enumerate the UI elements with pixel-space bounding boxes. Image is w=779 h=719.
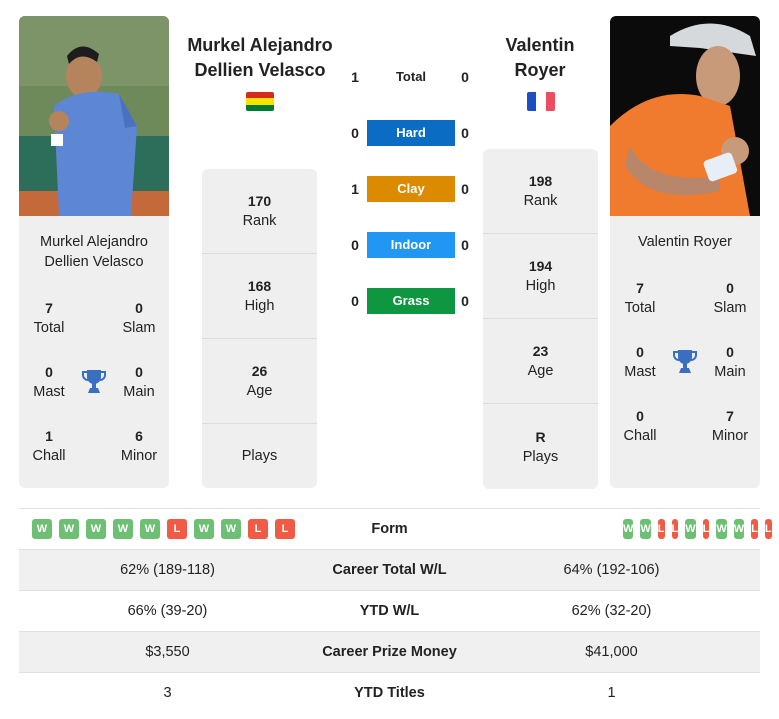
left-player-card: Murkel Alejandro Dellien Velasco 7 Total …	[19, 216, 169, 488]
left-titles-slam: 0 Slam	[122, 300, 156, 336]
right-titles-main: 0 Main	[714, 344, 746, 380]
surface-clay-badge: Clay	[367, 176, 455, 202]
left-titles-mast: 0 Mast	[33, 364, 65, 400]
form-loss-badge: L	[167, 519, 187, 539]
comparison-table: WWWWWLWWLL Form WWLLWLWWLL 62% (189-118)…	[19, 508, 772, 713]
right-player-card: Valentin Royer 7 Total 0 Slam 0 Mast 0 Main …	[610, 216, 760, 488]
form-win-badge: W	[86, 519, 106, 539]
left-player-card-name: Murkel Alejandro Dellien Velasco	[40, 234, 148, 270]
left-stats-column: 170 Rank 168 High 26 Age Plays	[202, 169, 317, 488]
table-row: 3 YTD Titles 1	[19, 672, 760, 713]
left-titles-minor: 6 Minor	[120, 428, 158, 464]
form-loss-badge: L	[657, 519, 665, 539]
right-titles-mast: 0 Mast	[624, 344, 656, 380]
form-win-badge: W	[59, 519, 79, 539]
france-flag-icon	[527, 92, 555, 111]
form-loss-badge: L	[248, 519, 268, 539]
form-win-badge: W	[221, 519, 241, 539]
right-player-card-name: Valentin Royer	[637, 234, 733, 250]
form-loss-badge: L	[702, 519, 710, 539]
h2h-indoor-row: 0 Indoor 0	[345, 232, 475, 258]
left-stat-age: 26 Age	[202, 339, 317, 424]
h2h-clay-row: 1 Clay 0	[345, 176, 475, 202]
surface-grass-badge: Grass	[367, 288, 455, 314]
left-player-name[interactable]: Murkel Alejandro Dellien Velasco	[175, 33, 345, 83]
right-titles-total: 7 Total	[624, 280, 656, 316]
form-win-badge: W	[733, 519, 745, 539]
table-row: 62% (189-118) Career Total W/L 64% (192-…	[19, 549, 760, 590]
right-stat-rank: 198 Rank	[483, 149, 598, 234]
left-stat-high: 168 High	[202, 254, 317, 339]
right-stats-column: 198 Rank 194 High 23 Age R Plays	[483, 149, 598, 489]
left-form-badges: WWWWWLWWLL	[19, 519, 316, 539]
form-loss-badge: L	[751, 519, 758, 539]
form-loss-badge: L	[671, 519, 679, 539]
form-label: Form	[371, 521, 408, 537]
left-titles-total: 7 Total	[33, 300, 65, 336]
left-stat-rank: 170 Rank	[202, 169, 317, 254]
trophy-icon	[670, 342, 700, 406]
table-row: 66% (39-20) YTD W/L 62% (32-20)	[19, 590, 760, 631]
surface-indoor-badge: Indoor	[367, 232, 455, 258]
form-win-badge: W	[640, 519, 651, 539]
right-stat-age: 23 Age	[483, 319, 598, 404]
trophy-icon	[79, 362, 109, 426]
form-win-badge: W	[194, 519, 214, 539]
right-titles-chall: 0 Chall	[623, 408, 657, 444]
right-titles-minor: 7 Minor	[711, 408, 749, 444]
h2h-grass-row: 0 Grass 0	[345, 288, 475, 314]
form-loss-badge: L	[275, 519, 295, 539]
right-titles-grid: 7 Total 0 Slam 0 Mast 0 Main 0 Chall 7 Minor	[610, 278, 760, 470]
right-form-badges: WWLLWLWWLL	[463, 519, 772, 539]
bolivia-flag-icon	[246, 92, 274, 111]
right-stat-plays: R Plays	[522, 428, 559, 465]
form-loss-badge: L	[764, 519, 772, 539]
left-player-photo	[19, 16, 169, 216]
form-win-badge: W	[32, 519, 52, 539]
left-stat-plays: Plays	[241, 448, 278, 464]
form-win-badge: W	[685, 519, 696, 539]
right-player-name[interactable]: Valentin Royer	[455, 33, 625, 83]
form-win-badge: W	[113, 519, 133, 539]
surface-hard-badge: Hard	[367, 120, 455, 146]
left-titles-chall: 1 Chall	[32, 428, 66, 464]
form-win-badge: W	[623, 519, 634, 539]
h2h-total-label: Total	[395, 69, 427, 84]
right-titles-slam: 0 Slam	[713, 280, 747, 316]
right-player-photo	[610, 16, 760, 216]
left-titles-main: 0 Main	[123, 364, 155, 400]
h2h-hard-row: 0 Hard 0	[345, 120, 475, 146]
form-win-badge: W	[716, 519, 727, 539]
table-row: $3,550 Career Prize Money $41,000	[19, 631, 760, 672]
form-win-badge: W	[140, 519, 160, 539]
left-titles-grid: 7 Total 0 Slam 0 Mast 0 Main 1 Chall 6 Minor	[19, 298, 169, 490]
right-stat-high: 194 High	[483, 234, 598, 319]
form-row: WWWWWLWWLL Form WWLLWLWWLL	[19, 508, 772, 549]
